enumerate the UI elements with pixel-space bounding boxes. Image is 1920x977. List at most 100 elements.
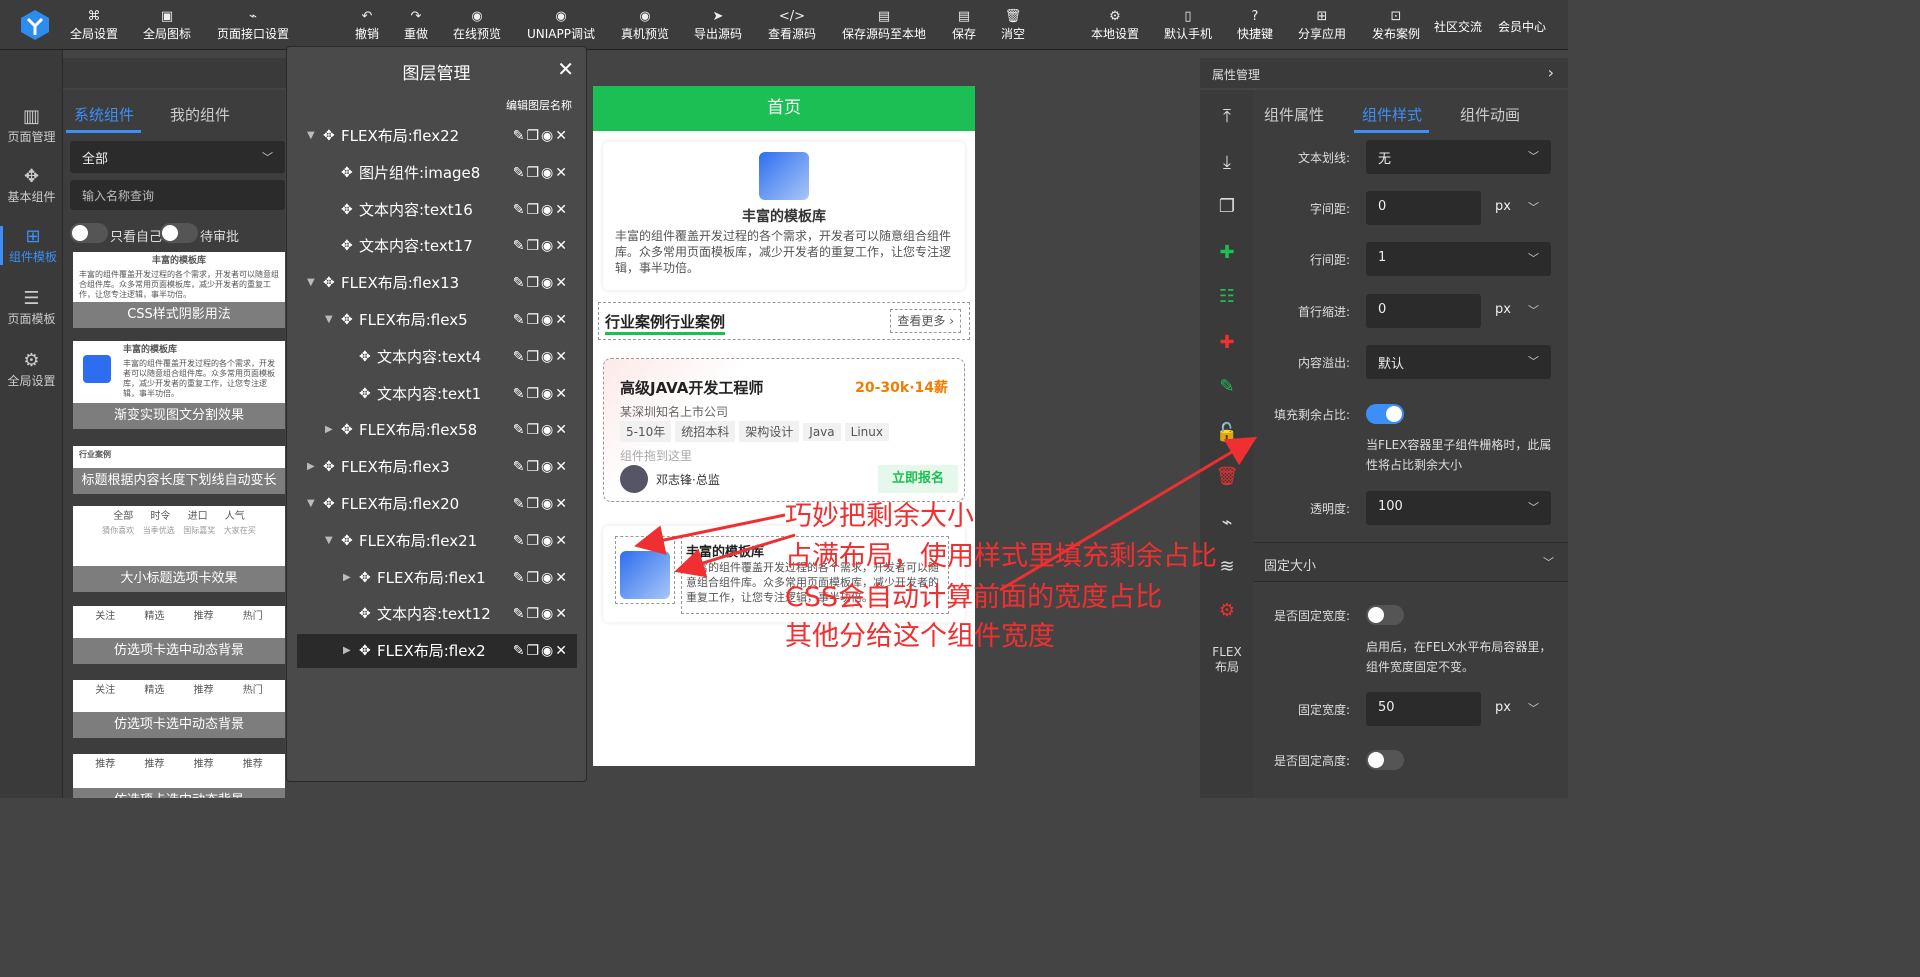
move-icon[interactable]: ✥ [323,119,335,153]
template-card[interactable]: 行业案例 标题根据内容长度下划线自动变长 [73,446,285,494]
caret-down-icon[interactable]: ▼ [307,487,315,521]
layer-actions-icon[interactable]: ✎❐◉✕ [513,634,569,668]
layer-item[interactable]: ✥ 文本内容:text12 ✎❐◉✕ [297,597,577,631]
move-icon[interactable]: ✥ [341,524,353,558]
template-card[interactable]: 丰富的模板库 丰富的组件覆盖开发过程的各个需求，开发者可以随意组合组件库。众多常… [73,341,285,429]
overflow-select[interactable]: 默认 ﹀ [1366,345,1551,379]
layer-item[interactable]: ▼ ✥ FLEX布局:flex5 ✎❐◉✕ [297,303,577,337]
move-icon[interactable]: ✥ [359,561,371,595]
toolbar-button[interactable]: ▣ 全局图标 [143,9,191,43]
rail-component-templates[interactable]: ⊞ 组件模板 [0,226,63,265]
move-icon[interactable]: ✥ [341,413,353,447]
letter-spacing-input[interactable]: 0 [1366,191,1481,225]
caret-down-icon[interactable]: ▼ [325,303,333,337]
job-card[interactable]: 高级JAVA开发工程师 20-30k·14薪 某深圳知名上市公司 5-10年 统招… [603,358,965,502]
layer-item[interactable]: ✥ 图片组件:image8 ✎❐◉✕ [297,156,577,190]
layer-actions-icon[interactable]: ✎❐◉✕ [513,340,569,374]
member-center-link[interactable]: 会员中心 [1498,18,1546,35]
toolbar-button[interactable]: ⊞ 分享应用 [1298,9,1346,43]
move-icon[interactable]: ✥ [341,156,353,190]
rail-global-settings[interactable]: ⚙ 全局设置 [0,350,63,389]
toolbar-button[interactable]: ▤ 保存源码至本地 [842,9,926,43]
layer-actions-icon[interactable]: ✎❐◉✕ [513,561,569,595]
phone-preview[interactable]: 首页 丰富的模板库 丰富的组件覆盖开发过程的各个需求，开发者可以随意组合组件库。… [593,86,975,766]
toolbar-button[interactable]: 🗑 消空 [1001,9,1025,43]
toolbar-button[interactable]: ⚙ 本地设置 [1091,9,1139,43]
chevron-right-icon[interactable]: › [1548,63,1554,82]
text-indent-input[interactable]: 0 [1366,294,1481,328]
pending-toggle[interactable] [160,223,198,243]
section-header-flex[interactable]: 行业案例行业案例 查看更多 › [598,302,970,340]
move-icon[interactable]: ✥ [341,303,353,337]
layer-actions-icon[interactable]: ✎❐◉✕ [513,487,569,521]
move-icon[interactable]: ✥ [359,377,371,411]
layer-actions-icon[interactable]: ✎❐◉✕ [513,524,569,558]
layer-item[interactable]: ✥ 文本内容:text4 ✎❐◉✕ [297,340,577,374]
layer-item[interactable]: ✥ 文本内容:text17 ✎❐◉✕ [297,229,577,263]
opacity-select[interactable]: 100 ﹀ [1366,491,1551,525]
layer-actions-icon[interactable]: ✎❐◉✕ [513,229,569,263]
caret-right-icon[interactable]: ▶ [343,561,351,595]
layer-item[interactable]: ▼ ✥ FLEX布局:flex20 ✎❐◉✕ [297,487,577,521]
lock-icon[interactable]: 🔓 [1200,422,1254,443]
only-mine-toggle[interactable] [70,223,108,243]
tab-component-animation[interactable]: 组件动画 [1460,104,1520,125]
add-component-icon[interactable]: ✚ [1200,242,1254,263]
layer-actions-icon[interactable]: ✎❐◉✕ [513,597,569,631]
search-input[interactable]: 输入名称查询 [70,180,285,210]
layer-item[interactable]: ▶ ✥ FLEX布局:flex58 ✎❐◉✕ [297,413,577,447]
caret-down-icon[interactable]: ▼ [307,266,315,300]
toolbar-button[interactable]: </> 查看源码 [768,9,816,43]
layer-actions-icon[interactable]: ✎❐◉✕ [513,266,569,300]
move-icon[interactable]: ✥ [323,450,335,484]
caret-down-icon[interactable]: ▼ [307,119,315,153]
template-card-component[interactable]: 丰富的模板库 丰富的组件覆盖开发过程的各个需求，开发者可以随意组合组件库。众多常… [603,142,965,290]
apply-button[interactable]: 立即报名 [878,465,958,493]
layer-actions-icon[interactable]: ✎❐◉✕ [513,377,569,411]
layer-item[interactable]: ✥ 文本内容:text16 ✎❐◉✕ [297,193,577,227]
layer-item[interactable]: ✥ 文本内容:text1 ✎❐◉✕ [297,377,577,411]
category-select[interactable]: 全部 ﹀ [70,141,285,173]
layer-actions-icon[interactable]: ✎❐◉✕ [513,450,569,484]
move-bottom-icon[interactable]: ⤓ [1200,152,1254,173]
caret-right-icon[interactable]: ▶ [325,413,333,447]
layer-item[interactable]: ▶ ✥ FLEX布局:flex1 ✎❐◉✕ [297,561,577,595]
move-icon[interactable]: ✥ [359,340,371,374]
text-indent-unit-select[interactable]: px ﹀ [1482,294,1551,328]
toolbar-button[interactable]: ◉ UNIAPP调试 [527,9,595,43]
layer-actions-icon[interactable]: ✎❐◉✕ [513,303,569,337]
close-icon[interactable]: ✕ [557,57,574,81]
layer-item[interactable]: ▶ ✥ FLEX布局:flex2 ✎❐◉✕ [297,634,577,669]
layer-actions-icon[interactable]: ✎❐◉✕ [513,193,569,227]
rail-page-templates[interactable]: ☰ 页面模板 [0,288,63,327]
layer-item[interactable]: ▶ ✥ FLEX布局:flex3 ✎❐◉✕ [297,450,577,484]
letter-spacing-unit-select[interactable]: px ﹀ [1482,191,1551,225]
layer-item[interactable]: ▼ ✥ FLEX布局:flex13 ✎❐◉✕ [297,266,577,300]
rail-basic-components[interactable]: ✥ 基本组件 [0,166,63,205]
move-icon[interactable]: ✥ [323,487,335,521]
fixed-height-toggle[interactable] [1366,750,1404,770]
move-icon[interactable]: ✥ [341,193,353,227]
fill-remaining-toggle[interactable] [1366,404,1404,424]
fixed-width-toggle[interactable] [1366,605,1404,625]
document-icon[interactable]: ☷ [1200,286,1254,307]
edit-document-icon[interactable]: ✎ [1200,376,1254,397]
toolbar-button[interactable]: ▤ 保存 [952,9,976,43]
layer-item[interactable]: ▼ ✥ FLEX布局:flex22 ✎❐◉✕ [297,119,577,153]
caret-down-icon[interactable]: ▼ [325,524,333,558]
remove-component-icon[interactable]: ✚ [1200,332,1254,353]
layer-actions-icon[interactable]: ✎❐◉✕ [513,119,569,153]
toolbar-button[interactable]: ↷ 重做 [404,9,428,43]
toolbar-button[interactable]: ◉ 真机预览 [621,9,669,43]
width-unit-select[interactable]: px ﹀ [1482,692,1551,726]
flex-image-cell[interactable] [615,536,675,604]
width-input[interactable]: 50 [1366,692,1481,726]
copy-icon[interactable]: ❐ [1200,196,1254,217]
text-decoration-select[interactable]: 无 ﹀ [1366,140,1551,174]
caret-right-icon[interactable]: ▶ [343,634,351,668]
rail-page-manager[interactable]: ▥ 页面管理 [0,106,63,145]
toolbar-button[interactable]: ⌁ 页面接口设置 [217,9,289,43]
trash-icon[interactable]: 🗑 [1200,466,1254,487]
layer-actions-icon[interactable]: ✎❐◉✕ [513,413,569,447]
community-link[interactable]: 社区交流 [1434,18,1482,35]
